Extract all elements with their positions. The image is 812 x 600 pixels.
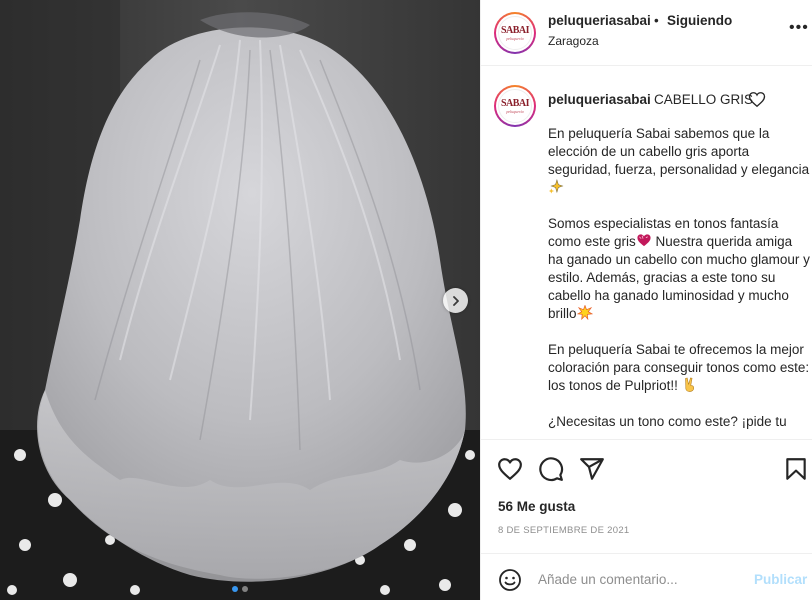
victory-hand-emoji-icon [684,377,694,392]
bomb-heart-emoji-icon [637,234,651,247]
publish-button[interactable]: Publicar [754,572,807,587]
chevron-right-icon [452,295,459,306]
carousel-indicator [0,586,480,592]
brand-logo: SABAI peluquería [498,89,532,123]
location-link[interactable]: Zaragoza [548,34,599,48]
bookmark-icon[interactable] [783,456,809,482]
heart-icon[interactable] [497,456,523,482]
brand-logo: SABAI peluquería [498,16,532,50]
follow-status-button[interactable]: Siguiendo [667,13,732,28]
caption-section: SABAI peluquería peluqueriasabai CABELLO… [481,67,812,439]
white-heart-emoji-icon [748,92,766,108]
caption-username-link[interactable]: peluqueriasabai [548,92,651,107]
collision-emoji-icon [576,305,593,320]
caption-text: En peluquería Sabai sabemos que la elecc… [548,126,810,429]
post-photo [0,0,480,600]
comment-bar: Publicar [481,553,812,600]
carousel-dot-active [232,586,238,592]
post-date[interactable]: 8 DE SEPTIEMBRE DE 2021 [498,525,630,536]
comment-icon[interactable] [538,456,564,482]
comment-input[interactable] [538,570,738,588]
avatar[interactable]: SABAI peluquería [494,85,536,127]
post-media[interactable] [0,0,480,600]
carousel-dot [242,586,248,592]
share-icon[interactable] [579,456,605,482]
sparkles-emoji-icon [548,179,564,194]
more-options-icon[interactable]: ••• [789,20,809,36]
post-actions: 56 Me gusta 8 DE SEPTIEMBRE DE 2021 [481,439,812,553]
username-link[interactable]: peluqueriasabai [548,13,651,28]
post-side-panel: SABAI peluquería peluqueriasabai • Sigui… [480,0,812,600]
avatar[interactable]: SABAI peluquería [494,12,536,54]
likes-count[interactable]: 56 Me gusta [498,499,575,514]
post-header: SABAI peluquería peluqueriasabai • Sigui… [481,0,812,66]
separator-dot: • [654,13,659,28]
caption-title: CABELLO GRIS [654,92,754,107]
next-media-button[interactable] [443,288,468,313]
smile-icon[interactable] [498,568,522,592]
